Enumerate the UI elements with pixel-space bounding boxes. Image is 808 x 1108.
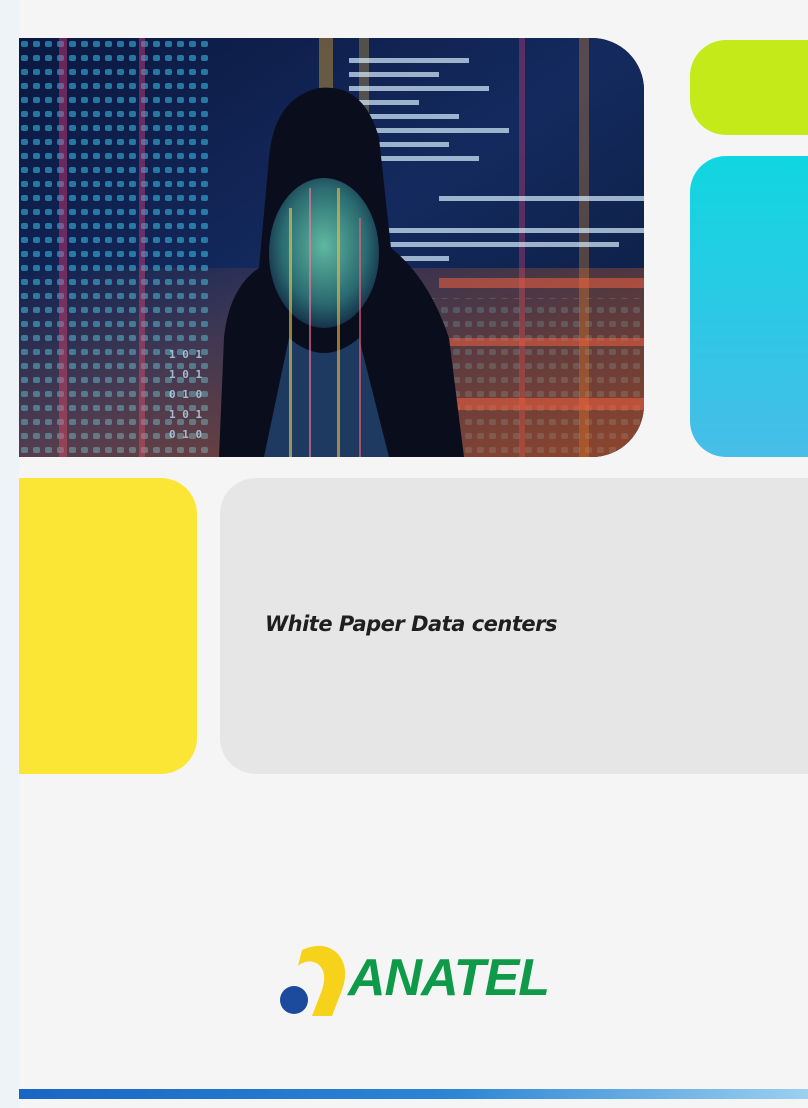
svg-text:0 1 0: 0 1 0: [169, 388, 202, 401]
title-panel: White Paper Data centers: [220, 478, 808, 774]
document-title: White Paper Data centers: [265, 612, 557, 636]
anatel-logo: ANATEL: [262, 938, 592, 1028]
svg-text:1 0 1: 1 0 1: [169, 368, 202, 381]
svg-text:1 0 1: 1 0 1: [169, 348, 202, 361]
cover-photo: 1 0 1 1 0 1 0 1 0 1 0 1 0 1 0: [19, 38, 644, 457]
green-accent-block: [690, 40, 808, 135]
svg-text:1 0 1: 1 0 1: [169, 408, 202, 421]
yellow-accent-block: [19, 478, 197, 774]
bottom-accent-bar: [19, 1089, 808, 1099]
anatel-wordmark: ANATEL: [348, 949, 550, 1007]
code-projection-image: 1 0 1 1 0 1 0 1 0 1 0 1 0 1 0: [19, 38, 644, 457]
cyan-accent-block: [690, 156, 808, 457]
anatel-emblem-icon: [280, 945, 346, 1016]
cover-page: 1 0 1 1 0 1 0 1 0 1 0 1 0 1 0 White Pape…: [19, 0, 808, 1108]
svg-text:0 1 0: 0 1 0: [169, 428, 202, 441]
page-edge: [0, 0, 19, 1108]
